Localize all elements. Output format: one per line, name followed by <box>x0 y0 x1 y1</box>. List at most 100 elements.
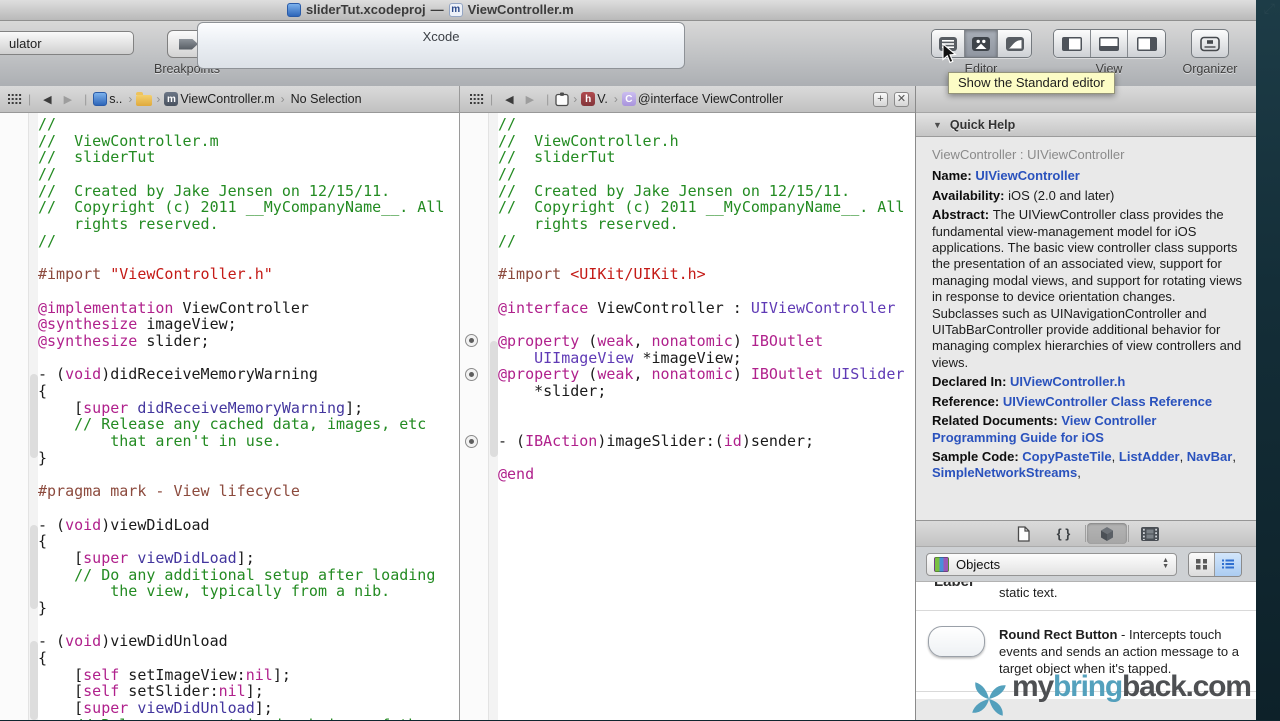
fold-segment[interactable] <box>29 525 38 609</box>
jumpbar-right: | ◀ ▶ | › h V. › C @interface ViewContro… <box>460 86 915 113</box>
toggle-navigator-button[interactable] <box>1054 30 1091 57</box>
class-icon: C <box>621 92 636 106</box>
fold-segment[interactable] <box>29 374 38 458</box>
disclosure-triangle-icon[interactable]: ▼ <box>933 120 942 130</box>
xcode-project-icon <box>287 2 301 17</box>
chevron-right-icon: › <box>280 92 285 106</box>
code-line: @end <box>498 465 535 484</box>
grid-view-icon <box>1196 558 1207 570</box>
file-templates-button[interactable] <box>1004 523 1044 544</box>
editor-divider[interactable] <box>459 86 460 720</box>
objects-library-button[interactable] <box>1086 523 1127 544</box>
watermark-suffix: back.com <box>1121 670 1252 703</box>
counterparts-icon[interactable] <box>555 92 569 107</box>
list-item-label-partial[interactable]: Label static text. <box>916 582 1257 611</box>
code-line: - (IBAction)imageSlider:(id)sender; <box>498 432 815 451</box>
doc-link[interactable]: UIViewController Class Reference <box>1003 394 1212 409</box>
label-item-description: static text. <box>999 585 1058 600</box>
fold-segment[interactable] <box>489 341 498 457</box>
field-value: , <box>1111 448 1119 464</box>
media-library-button[interactable] <box>1130 523 1170 544</box>
organizer-icon <box>1200 36 1220 51</box>
round-rect-button-icon <box>928 626 985 657</box>
breadcrumb-file[interactable]: V. <box>597 92 608 106</box>
code-snippets-button[interactable]: { } <box>1044 523 1084 544</box>
item-title: Round Rect Button <box>999 627 1118 642</box>
toggle-debug-area-button[interactable] <box>1091 30 1128 57</box>
field-label: Reference: <box>932 393 1003 409</box>
close-assistant-button[interactable]: ✕ <box>894 91 909 107</box>
related-items-icon[interactable] <box>8 93 22 105</box>
code-line: rights reserved. <box>498 215 679 234</box>
code-line: @synthesize slider; <box>38 331 210 350</box>
code-line: @interface ViewController : UIViewContro… <box>498 298 896 317</box>
code-snippet-icon: { } <box>1056 526 1071 541</box>
doc-link[interactable]: NavBar <box>1187 449 1233 464</box>
doc-link[interactable]: UIViewController.h <box>1010 374 1125 389</box>
title-separator: — <box>430 2 444 17</box>
field-label: Availability: <box>932 187 1009 203</box>
scheme-selector[interactable]: ulator <box>0 31 134 55</box>
editor-viewcontroller-h[interactable]: //// ViewController.h// sliderTut//// Cr… <box>460 113 915 720</box>
forward-button[interactable]: ▶ <box>64 93 72 106</box>
code-line: the view, typically from a nib. <box>38 582 391 601</box>
breadcrumb-project[interactable]: s.. <box>109 92 122 106</box>
code-line: #import "ViewController.h" <box>38 265 273 284</box>
forward-button[interactable]: ▶ <box>526 93 534 106</box>
code-line: // Release any cached data, images, etc <box>38 415 427 434</box>
code-area[interactable]: //// ViewController.h// sliderTut//// Cr… <box>498 116 904 483</box>
field-value: , <box>1179 448 1187 464</box>
doc-link[interactable]: SimpleNetworkStreams <box>932 465 1077 480</box>
grid-view-button[interactable] <box>1189 552 1215 576</box>
add-assistant-button[interactable]: + <box>873 91 888 107</box>
assistant-editor-button[interactable] <box>965 30 998 57</box>
back-button[interactable]: ◀ <box>43 93 51 106</box>
editor-viewcontroller-m[interactable]: //// ViewController.m// sliderTut//// Cr… <box>0 113 459 720</box>
code-line: - (void)viewDidUnload <box>38 632 228 651</box>
back-button[interactable]: ◀ <box>505 93 513 106</box>
quick-help-header[interactable]: ▼ Quick Help <box>916 113 1257 137</box>
field-label: Sample Code: <box>932 448 1023 464</box>
code-line: // sliderTut <box>498 148 616 167</box>
code-line: } <box>38 598 48 617</box>
breadcrumb-symbol[interactable]: @interface ViewController <box>638 92 783 106</box>
breadcrumb-selection[interactable]: No Selection <box>291 92 362 106</box>
activity-viewer: Xcode <box>197 22 685 69</box>
connection-well-icon[interactable] <box>465 367 478 381</box>
code-line: // Copyright (c) 2011 __MyCompanyName__.… <box>38 198 445 217</box>
field-label: Declared In: <box>932 374 1011 390</box>
jumpbar-left: | ◀ ▶ | s.. › › m ViewController.m › No … <box>0 86 459 113</box>
list-view-button[interactable] <box>1215 552 1241 576</box>
related-items-icon[interactable] <box>470 93 484 105</box>
titlebar[interactable]: sliderTut.xcodeproj — m ViewController.m <box>0 0 1256 21</box>
code-line: // sliderTut <box>38 148 156 167</box>
quick-help-field: Related Documents: View Controller Progr… <box>932 413 1244 446</box>
tooltip: Show the Standard editor <box>948 72 1115 94</box>
version-editor-button[interactable] <box>998 30 1031 57</box>
folder-icon[interactable] <box>136 91 153 106</box>
view-segmented-control <box>1053 29 1166 58</box>
fold-segment[interactable] <box>29 641 38 720</box>
code-area[interactable]: //// ViewController.m// sliderTut//// Cr… <box>38 116 444 720</box>
activity-title: Xcode <box>422 29 460 44</box>
doc-link[interactable]: ListAdder <box>1119 449 1180 464</box>
field-value: iOS (2.0 and later) <box>1008 187 1115 203</box>
organizer-button[interactable] <box>1191 29 1229 58</box>
connection-well-icon[interactable] <box>465 434 478 448</box>
watermark-prefix: my <box>1012 670 1054 703</box>
toggle-utilities-button[interactable] <box>1128 30 1165 57</box>
breadcrumb-file[interactable]: ViewController.m <box>180 92 274 106</box>
divider: | <box>490 92 494 106</box>
library-group-dropdown[interactable]: Objects ▲ ▼ <box>926 552 1177 576</box>
doc-link[interactable]: CopyPasteTile <box>1022 449 1111 464</box>
doc-link[interactable]: UIViewController <box>975 168 1080 183</box>
utilities-panel: ▼ Quick Help ViewController : UIViewCont… <box>915 86 1257 720</box>
chevron-right-icon: › <box>156 92 161 106</box>
